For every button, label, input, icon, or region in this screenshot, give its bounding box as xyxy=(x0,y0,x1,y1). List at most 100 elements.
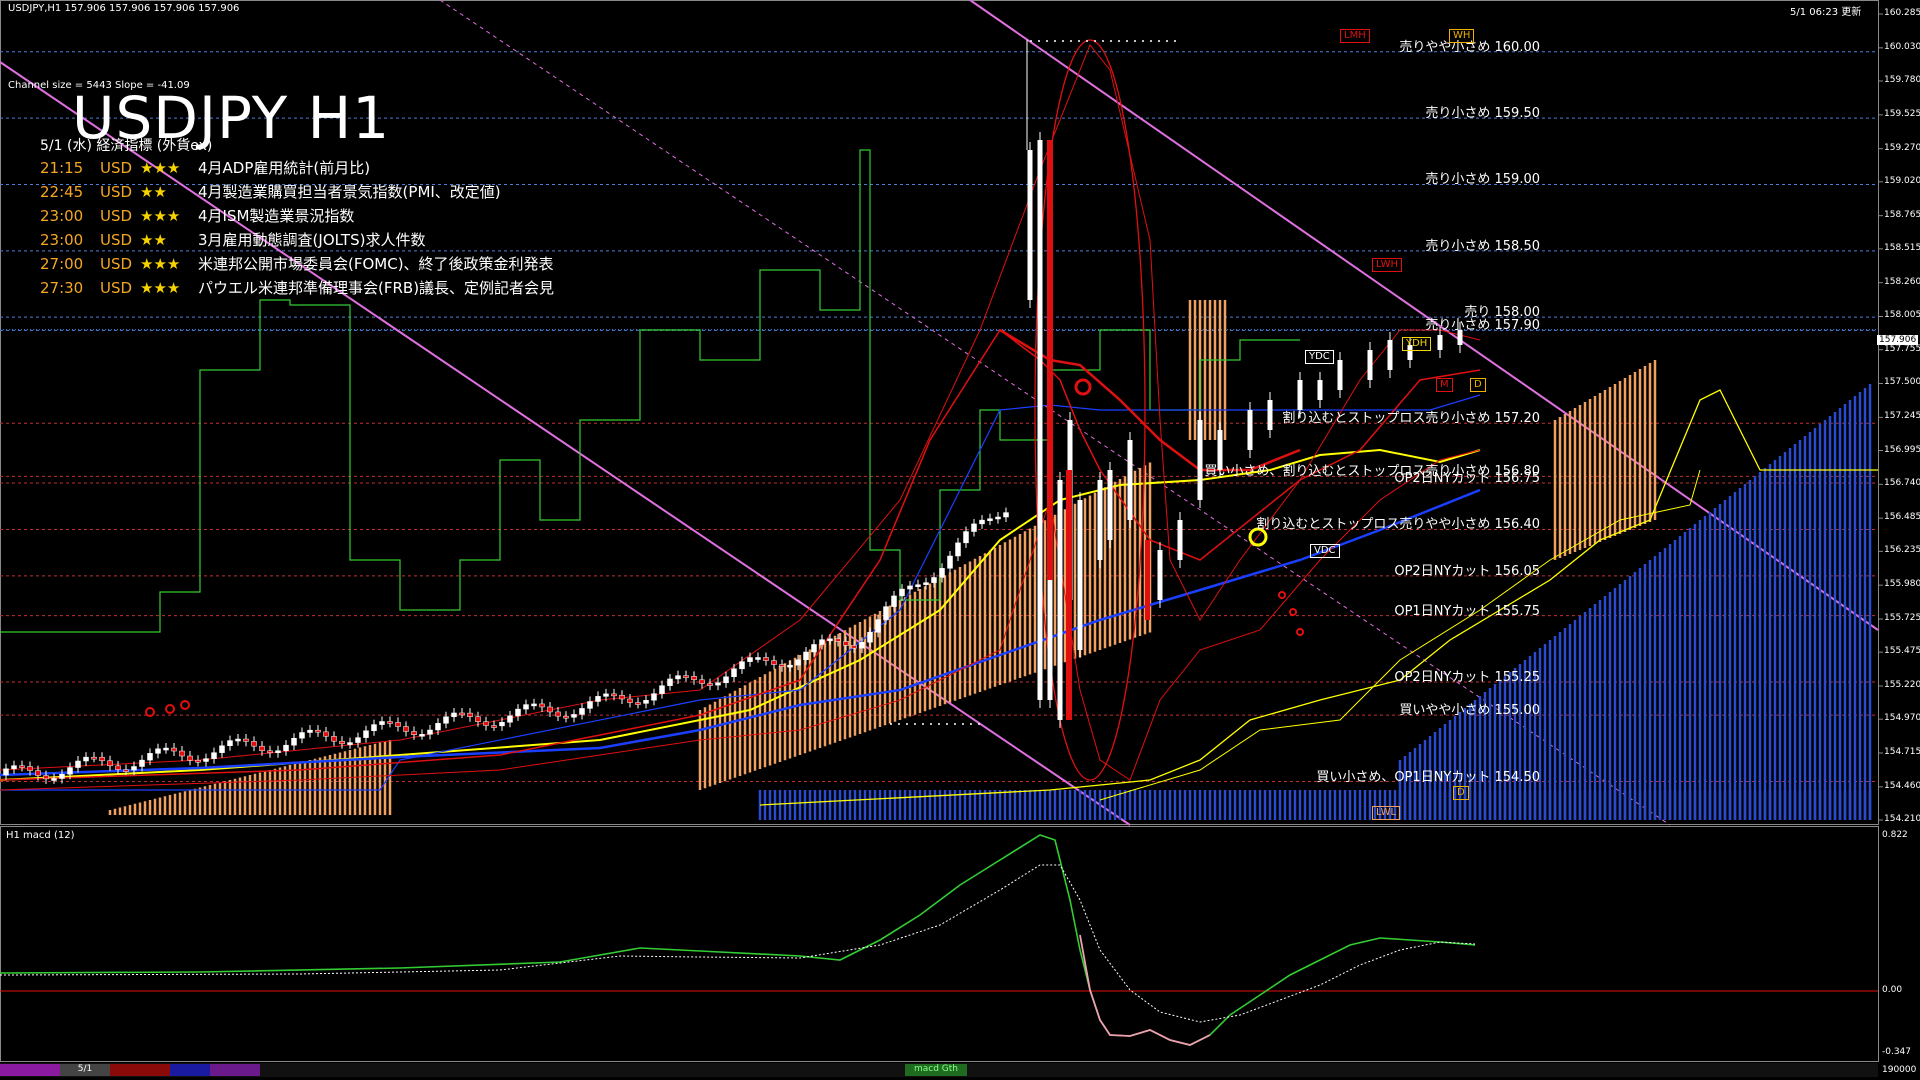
candle-body xyxy=(1247,410,1253,450)
candle-body xyxy=(747,657,753,662)
macd-label: H1 macd (12) xyxy=(6,830,75,841)
level-label: OP2日NYカット 156.75 xyxy=(1394,471,1540,486)
price-tick-label: 156.235 xyxy=(1884,545,1920,556)
event-time: 27:30 xyxy=(40,279,84,297)
candle-body xyxy=(115,765,121,770)
signal-marker xyxy=(1278,591,1286,599)
event-stars: ★★★ xyxy=(140,159,181,177)
dl-tag: D xyxy=(1453,786,1469,800)
candle-body xyxy=(523,704,529,710)
level-label: 割り込むとストップロス売り小さめ 157.20 xyxy=(1282,411,1540,427)
candle-body xyxy=(459,712,465,716)
level-label: OP2日NYカット 155.25 xyxy=(1394,670,1540,686)
event-name: 米連邦公開市場委員会(FOMC)、終了後政策金利発表 xyxy=(198,255,554,273)
candle-body xyxy=(507,715,513,723)
bollinger-upper xyxy=(0,44,1481,771)
tab-date[interactable]: 5/1 xyxy=(60,1064,110,1076)
candle-body xyxy=(595,696,601,702)
candle-body xyxy=(403,726,409,732)
candle-body xyxy=(1097,480,1103,560)
tab-color-1[interactable] xyxy=(0,1064,60,1076)
candle-body xyxy=(563,715,569,719)
level-label: OP1日NYカット 155.75 xyxy=(1394,603,1540,619)
candle-body xyxy=(699,679,705,684)
tab-color-4[interactable] xyxy=(210,1064,260,1076)
tab-color-3[interactable] xyxy=(170,1064,210,1076)
tab-color-2[interactable] xyxy=(110,1064,170,1076)
candle-body xyxy=(163,747,169,751)
event-name: 3月雇用動態調査(JOLTS)求人件数 xyxy=(198,231,426,249)
macd-pane-border xyxy=(0,826,1879,1062)
price-tick-label: 158.005 xyxy=(1884,310,1920,321)
candle-body xyxy=(259,745,265,752)
signal-marker xyxy=(165,704,175,714)
price-tick-label: 156.485 xyxy=(1884,512,1920,523)
candle-body xyxy=(1003,512,1009,518)
price-tick-label: 154.210 xyxy=(1884,814,1920,824)
candle-body xyxy=(227,740,233,746)
candle-body xyxy=(667,678,673,686)
event-stars: ★★ xyxy=(140,231,167,249)
candle-body xyxy=(243,738,249,742)
candle-body xyxy=(107,760,113,767)
candle-body xyxy=(819,639,825,645)
candle-body xyxy=(443,716,449,724)
candle-body xyxy=(339,740,345,745)
level-label: 売り小さめ 159.50 xyxy=(1425,106,1540,122)
vdc-tag: VDC xyxy=(1310,544,1340,558)
price-tick-label: 155.980 xyxy=(1884,579,1920,590)
level-label: 売り小さめ 159.00 xyxy=(1425,172,1540,188)
candle-body xyxy=(171,747,177,752)
candle-body xyxy=(907,585,913,590)
candle-body xyxy=(1297,380,1303,410)
symbol-info: USDJPY,H1 157.906 157.906 157.906 157.90… xyxy=(8,3,240,14)
candle-body xyxy=(915,584,921,587)
candle-body xyxy=(35,770,41,776)
candle-body-red xyxy=(1066,470,1072,720)
candle-body xyxy=(1177,520,1183,560)
candle-body xyxy=(939,568,945,578)
price-tick-label: 155.475 xyxy=(1884,646,1920,657)
candle-body xyxy=(547,706,553,713)
candle-body xyxy=(123,769,129,772)
candle-body xyxy=(11,765,17,770)
candle-body xyxy=(235,738,241,742)
candle-body xyxy=(1197,420,1203,500)
candle-body xyxy=(427,729,433,735)
candle-body xyxy=(627,698,633,703)
signal-marker xyxy=(1289,608,1297,616)
macd-tick-top: 0.822 xyxy=(1882,830,1908,840)
candle-body xyxy=(491,725,497,728)
candle-body xyxy=(707,683,713,686)
candle-body xyxy=(723,676,729,684)
lwl-tag: LWL xyxy=(1372,806,1401,820)
lwh-tag: LWH xyxy=(1372,258,1403,272)
candle-body xyxy=(219,745,225,753)
candle-body-red xyxy=(1145,540,1150,620)
candle-body xyxy=(979,519,985,525)
event-stars: ★★ xyxy=(140,183,167,201)
price-tick-label: 154.460 xyxy=(1884,780,1920,791)
candle-body xyxy=(867,632,873,643)
candle-body xyxy=(27,766,33,771)
level-label: 買い小さめ、OP1日NYカット 154.50 xyxy=(1316,769,1540,785)
candle-body xyxy=(355,737,361,743)
macd-line xyxy=(0,834,1476,1046)
candle-body xyxy=(315,729,321,733)
m-tag: M xyxy=(1436,378,1453,392)
level-label: 割り込むとストップロス売りやや小さめ 156.40 xyxy=(1256,517,1540,533)
price-tick-label: 159.020 xyxy=(1884,175,1920,186)
lmh-tag: LMH xyxy=(1340,29,1370,43)
event-stars: ★★★ xyxy=(140,255,181,273)
event-row: 23:00 USD ★★★ 4月ISM製造業景況指数 xyxy=(40,204,554,228)
candle-body xyxy=(155,748,161,754)
price-tick-label: 158.765 xyxy=(1884,209,1920,220)
candle-body xyxy=(803,651,809,661)
event-row: 27:00 USD ★★★ 米連邦公開市場委員会(FOMC)、終了後政策金利発表 xyxy=(40,252,554,276)
event-row: 23:00 USD ★★ 3月雇用動態調査(JOLTS)求人件数 xyxy=(40,228,554,252)
candle-body xyxy=(75,760,81,768)
tab-macd[interactable]: macd Gth xyxy=(905,1064,967,1076)
event-row: 22:45 USD ★★ 4月製造業購買担当者景気指数(PMI、改定値) xyxy=(40,180,554,204)
candle-body xyxy=(267,750,273,754)
candle-body-large-red xyxy=(1047,140,1053,580)
